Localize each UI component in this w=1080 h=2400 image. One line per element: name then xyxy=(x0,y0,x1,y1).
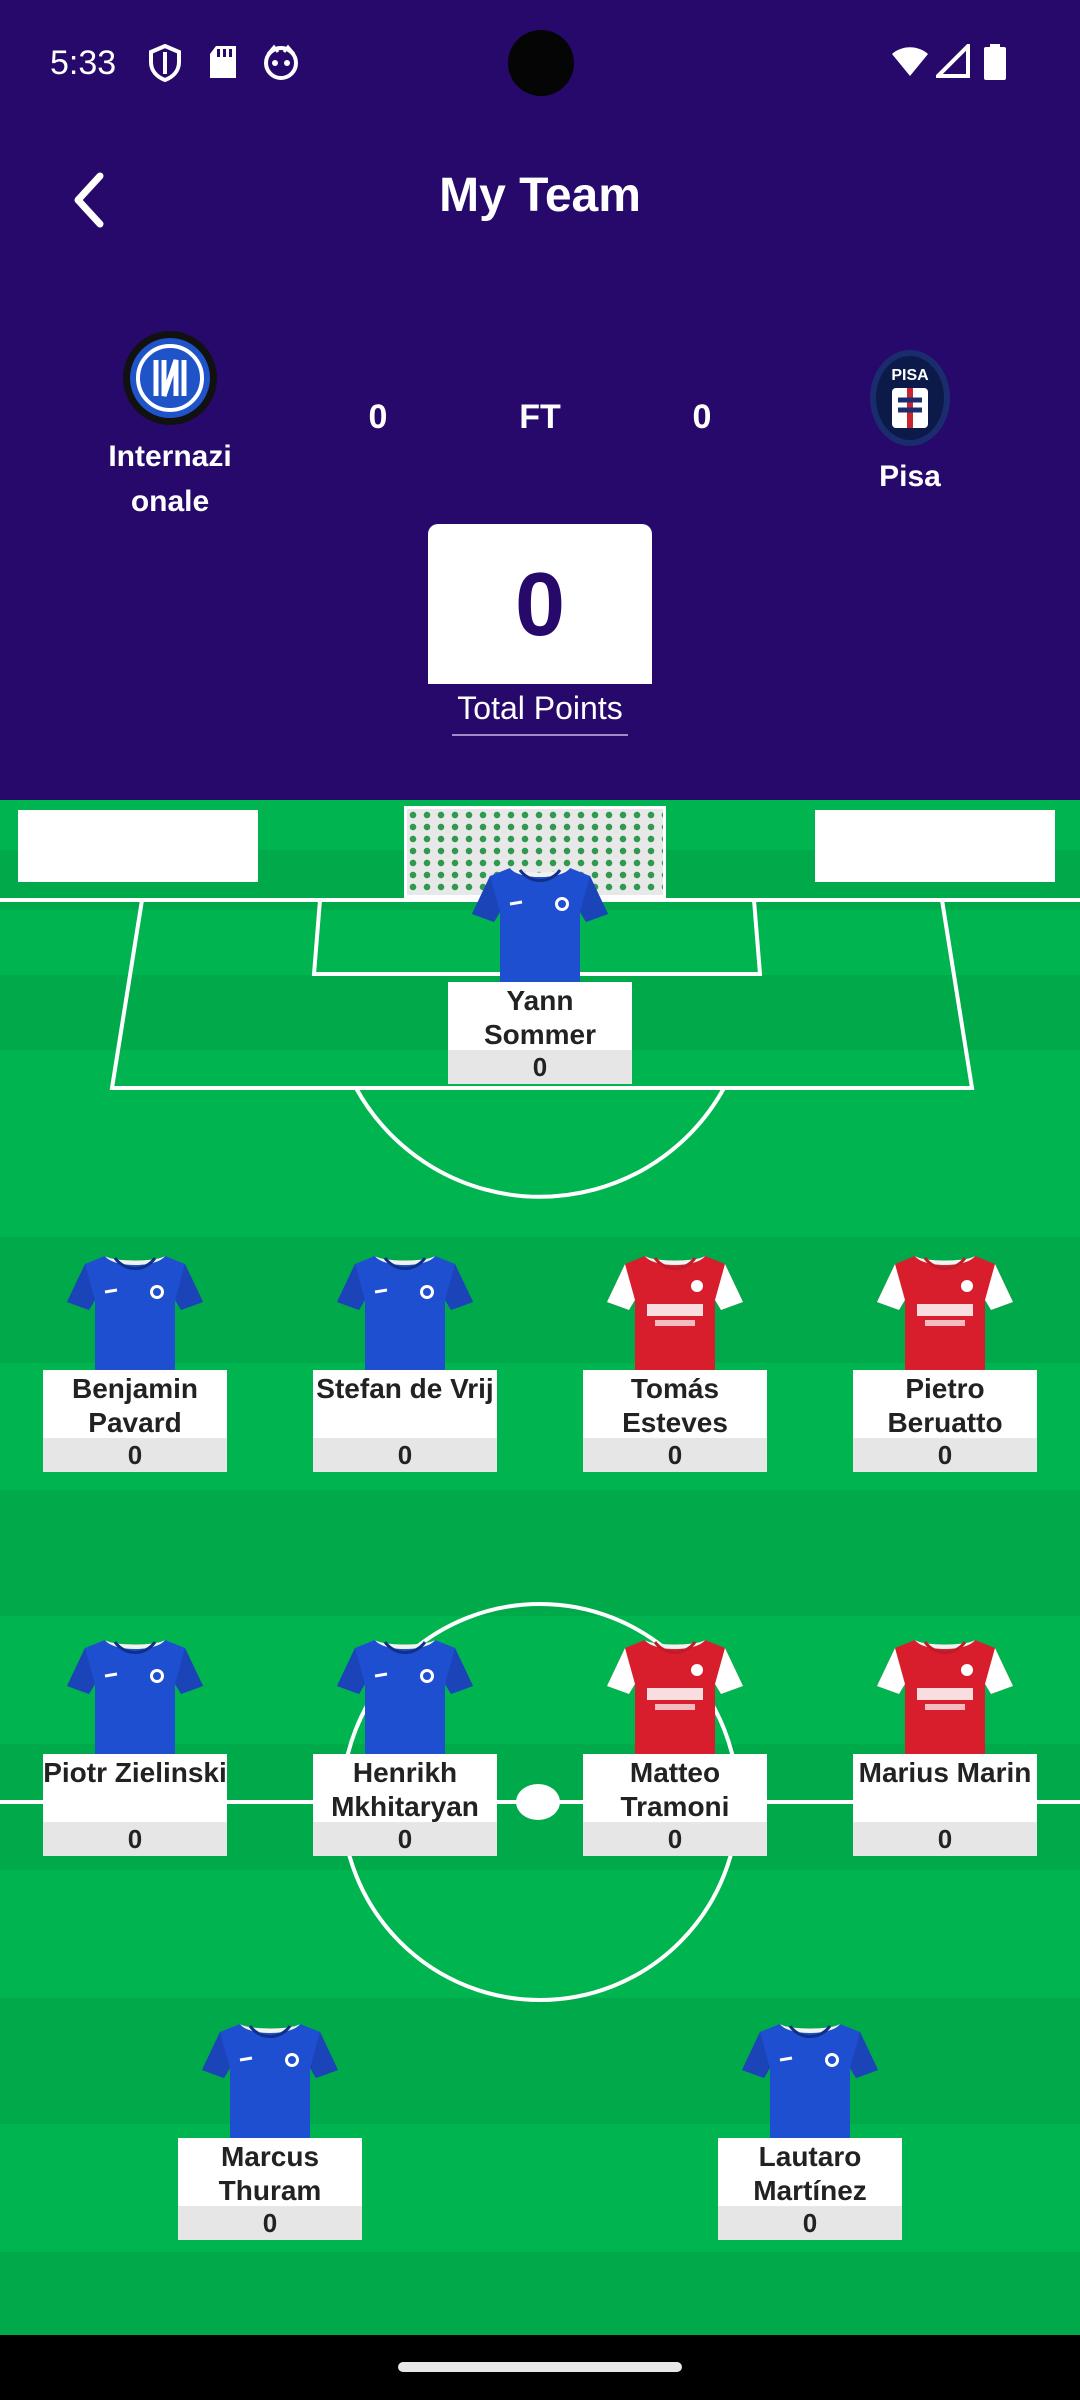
player-card[interactable]: Tomás Esteves 0 xyxy=(583,1246,767,1486)
player-name: Lautaro Martínez xyxy=(718,2138,902,2206)
player-name: Stefan de Vrij xyxy=(313,1370,497,1438)
player-card[interactable]: Stefan de Vrij 0 xyxy=(313,1246,497,1486)
player-card[interactable]: Marcus Thuram 0 xyxy=(178,2014,362,2254)
pitch: Yann Sommer 0 Benjamin Pavard 0 Stefan de Vr… xyxy=(0,800,1080,2335)
player-points: 0 xyxy=(313,1822,497,1856)
player-points: 0 xyxy=(43,1822,227,1856)
away-team: PISA Pisa xyxy=(820,348,1000,499)
shield-icon xyxy=(149,44,181,82)
face-icon xyxy=(264,44,298,80)
player-points: 0 xyxy=(583,1822,767,1856)
blue-kit-icon xyxy=(337,1256,473,1376)
player-points: 0 xyxy=(718,2206,902,2240)
status-time: 5:33 xyxy=(50,44,117,82)
blue-kit-icon xyxy=(472,868,608,988)
signal-icon xyxy=(936,44,970,78)
player-card[interactable]: Benjamin Pavard 0 xyxy=(43,1246,227,1486)
player-points: 0 xyxy=(43,1438,227,1472)
home-team: Internazi onale xyxy=(80,328,260,524)
player-points: 0 xyxy=(583,1438,767,1472)
player-points: 0 xyxy=(178,2206,362,2240)
red-kit-icon xyxy=(607,1256,743,1376)
away-team-name: Pisa xyxy=(879,460,941,493)
player-points: 0 xyxy=(853,1822,1037,1856)
inter-crest-icon xyxy=(123,331,217,425)
player-points: 0 xyxy=(853,1438,1037,1472)
player-name: Tomás Esteves xyxy=(583,1370,767,1438)
player-name: Marcus Thuram xyxy=(178,2138,362,2206)
battery-icon xyxy=(984,44,1006,80)
player-name: Yann Sommer xyxy=(448,982,632,1050)
status-bar: 5:33 xyxy=(0,0,1080,130)
player-points: 0 xyxy=(448,1050,632,1084)
away-score: 0 xyxy=(692,398,712,436)
player-points: 0 xyxy=(313,1438,497,1472)
total-points-value: 0 xyxy=(514,555,566,655)
blue-kit-icon xyxy=(202,2024,338,2144)
pisa-crest-icon: PISA xyxy=(870,350,950,446)
header: 5:33 My Team Internazi onale 0 FT 0 PISA… xyxy=(0,0,1080,800)
player-card[interactable]: Piotr Zielinski 0 xyxy=(43,1630,227,1870)
player-card[interactable]: Henrikh Mkhitaryan 0 xyxy=(313,1630,497,1870)
player-card[interactable]: Pietro Beruatto 0 xyxy=(853,1246,1037,1486)
blue-kit-icon xyxy=(67,1256,203,1376)
page-title: My Team xyxy=(439,169,641,222)
player-card[interactable]: Marius Marin 0 xyxy=(853,1630,1037,1870)
red-kit-icon xyxy=(607,1640,743,1760)
svg-text:PISA: PISA xyxy=(891,367,929,384)
player-name: Henrikh Mkhitaryan xyxy=(313,1754,497,1822)
player-name: Marius Marin xyxy=(853,1754,1037,1822)
total-points-card: 0 Total Points xyxy=(428,524,652,740)
player-card[interactable]: Matteo Tramoni 0 xyxy=(583,1630,767,1870)
blue-kit-icon xyxy=(742,2024,878,2144)
player-name: Piotr Zielinski xyxy=(43,1754,227,1822)
front-camera xyxy=(508,30,574,96)
home-team-name: Internazi onale xyxy=(108,440,232,518)
player-card[interactable]: Lautaro Martínez 0 xyxy=(718,2014,902,2254)
blue-kit-icon xyxy=(67,1640,203,1760)
home-score: 0 xyxy=(368,398,388,436)
match-status: FT xyxy=(519,398,561,436)
player-card[interactable]: Yann Sommer 0 xyxy=(448,858,632,1098)
home-indicator[interactable] xyxy=(398,2362,682,2372)
sd-card-icon xyxy=(210,46,236,78)
red-kit-icon xyxy=(877,1640,1013,1760)
red-kit-icon xyxy=(877,1256,1013,1376)
blue-kit-icon xyxy=(337,1640,473,1760)
player-name: Benjamin Pavard xyxy=(43,1370,227,1438)
total-points-label: Total Points xyxy=(457,690,623,726)
player-name: Pietro Beruatto xyxy=(853,1370,1037,1438)
wifi-icon xyxy=(892,47,928,76)
player-name: Matteo Tramoni xyxy=(583,1754,767,1822)
